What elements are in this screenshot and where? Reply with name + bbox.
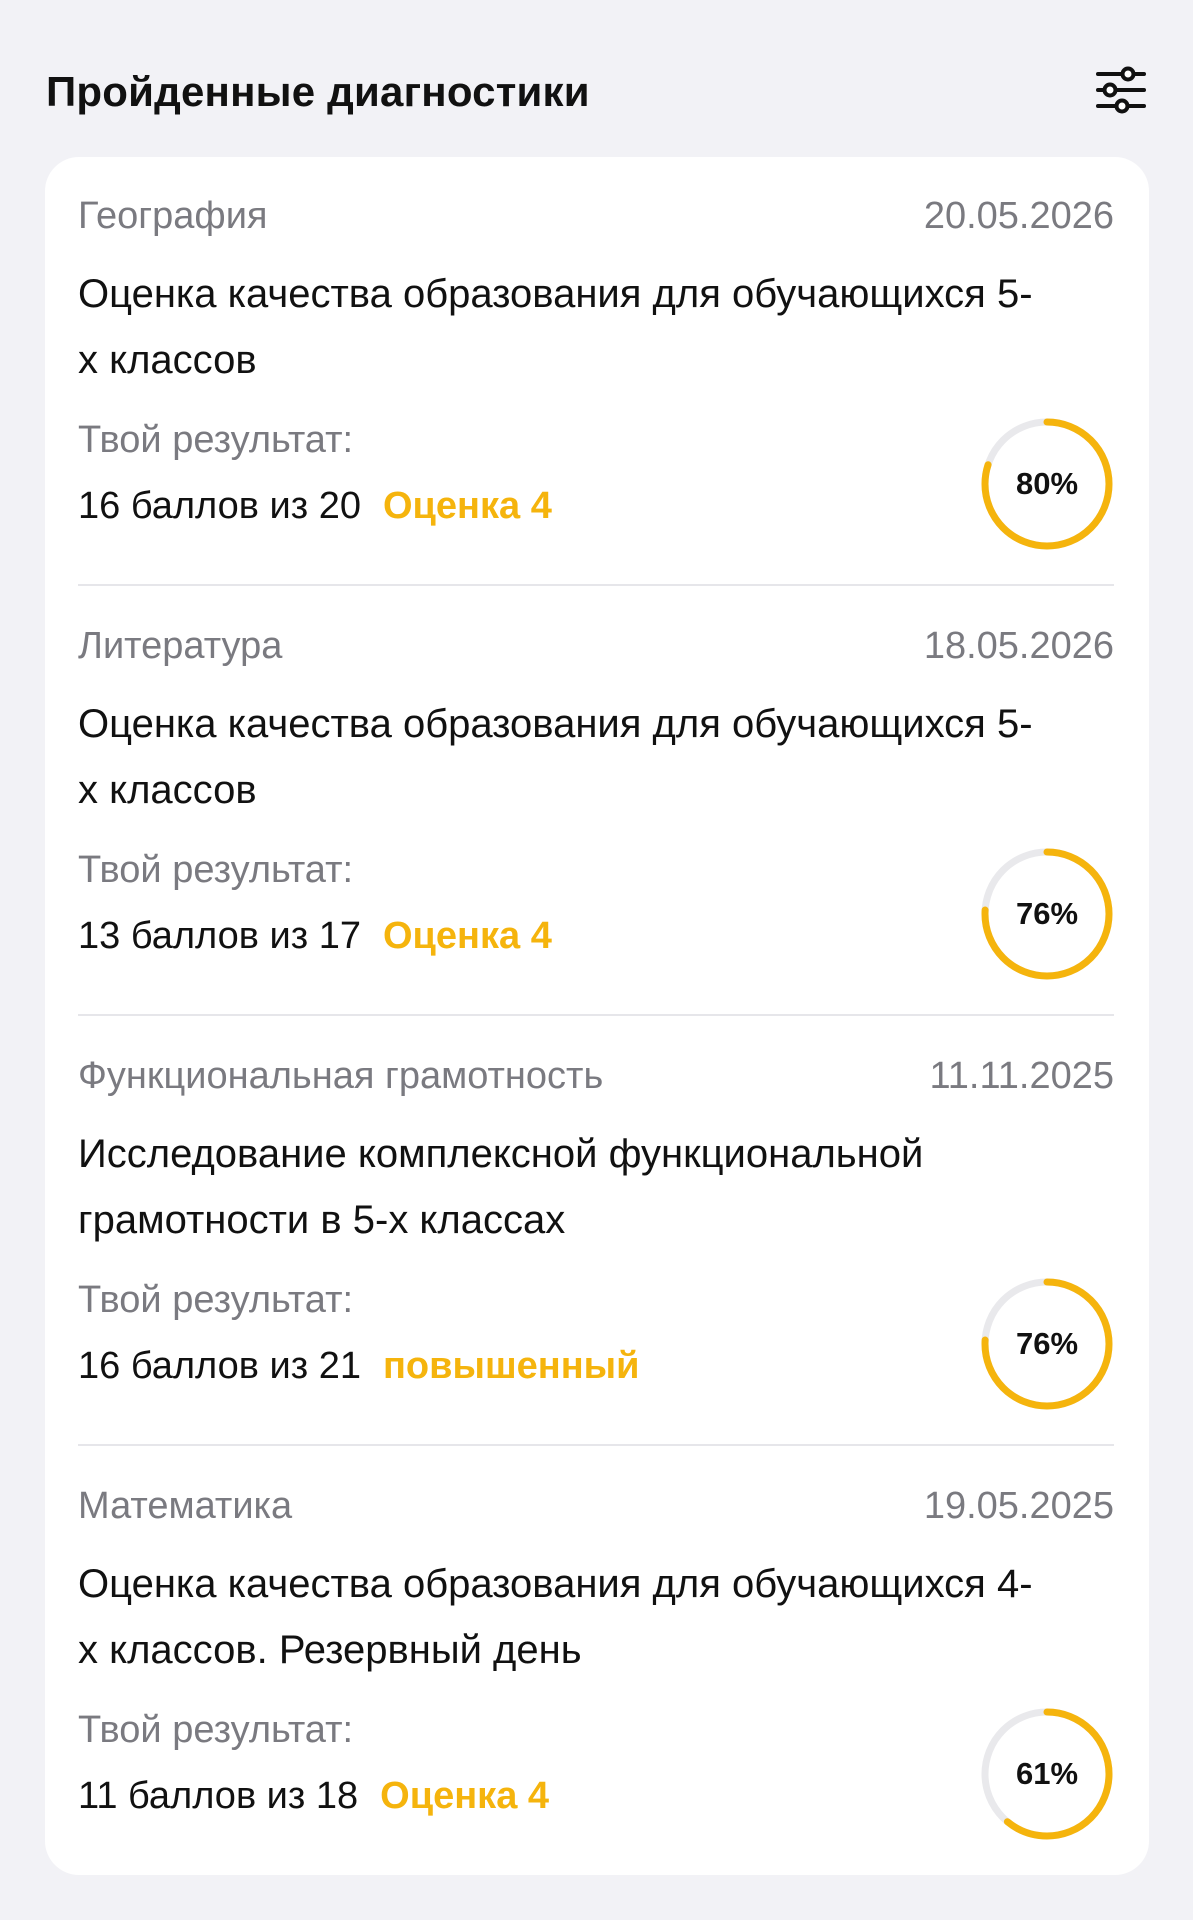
sliders-filter-icon xyxy=(1096,66,1146,114)
percent-label: 76% xyxy=(1015,1326,1079,1361)
page-title: Пройденные диагностики xyxy=(46,68,590,115)
progress-ring: 61% xyxy=(980,1707,1114,1841)
divider xyxy=(78,1444,1114,1446)
grade-text: Оценка 4 xyxy=(380,1775,550,1817)
diagnostic-subject: Литература xyxy=(78,625,283,667)
result-label: Твой результат: xyxy=(78,419,354,461)
diagnostic-date: 19.05.2025 xyxy=(923,1485,1114,1527)
score-text: 16 баллов из 21 xyxy=(78,1345,361,1387)
diagnostic-subject: Функциональная грамотность xyxy=(78,1055,604,1097)
diagnostic-title: Оценка качества образования для обучающи… xyxy=(78,1562,1033,1672)
result-label: Твой результат: xyxy=(78,1709,354,1751)
divider xyxy=(78,584,1114,586)
diagnostic-title: Оценка качества образования для обучающи… xyxy=(78,272,1033,382)
page-header: Пройденные диагностики xyxy=(46,62,1148,122)
grade-text: Оценка 4 xyxy=(382,485,552,527)
diagnostic-item-geography[interactable]: География 20.05.2026 Оценка качества обр… xyxy=(78,157,1114,587)
diagnostic-title: Исследование комплексной функциональной … xyxy=(78,1132,924,1242)
diagnostic-subject: География xyxy=(78,195,268,237)
diagnostic-date: 20.05.2026 xyxy=(923,195,1114,237)
diagnostic-date: 11.11.2025 xyxy=(929,1055,1114,1097)
percent-label: 80% xyxy=(1015,466,1079,501)
score-text: 16 баллов из 20 xyxy=(78,485,361,527)
progress-ring: 80% xyxy=(980,417,1114,551)
diagnostic-subject: Математика xyxy=(78,1485,293,1527)
diagnostic-date: 18.05.2026 xyxy=(923,625,1114,667)
filter-button[interactable] xyxy=(1094,66,1148,114)
progress-ring: 76% xyxy=(980,1277,1114,1411)
diagnostic-title: Оценка качества образования для обучающи… xyxy=(78,702,1033,812)
grade-text: повышенный xyxy=(382,1345,640,1387)
score-row: 16 баллов из 20 Оценка 4 xyxy=(78,485,552,528)
diagnostic-item-literature[interactable]: Литература 18.05.2026 Оценка качества об… xyxy=(78,587,1114,1017)
score-row: 11 баллов из 18 Оценка 4 xyxy=(78,1775,549,1818)
score-text: 13 баллов из 17 xyxy=(78,915,361,957)
result-label: Твой результат: xyxy=(78,849,354,891)
score-row: 13 баллов из 17 Оценка 4 xyxy=(78,915,552,958)
progress-ring: 76% xyxy=(980,847,1114,981)
diagnostic-item-functional-literacy[interactable]: Функциональная грамотность 11.11.2025 Ис… xyxy=(78,1017,1114,1447)
percent-label: 76% xyxy=(1015,896,1079,931)
score-row: 16 баллов из 21 повышенный xyxy=(78,1345,639,1388)
score-text: 11 баллов из 18 xyxy=(78,1775,359,1817)
grade-text: Оценка 4 xyxy=(382,915,552,957)
percent-label: 61% xyxy=(1015,1756,1079,1791)
diagnostic-item-math[interactable]: Математика 19.05.2025 Оценка качества об… xyxy=(78,1447,1114,1875)
diagnostics-list: География 20.05.2026 Оценка качества обр… xyxy=(45,157,1149,1875)
result-label: Твой результат: xyxy=(78,1279,354,1321)
divider xyxy=(78,1014,1114,1016)
